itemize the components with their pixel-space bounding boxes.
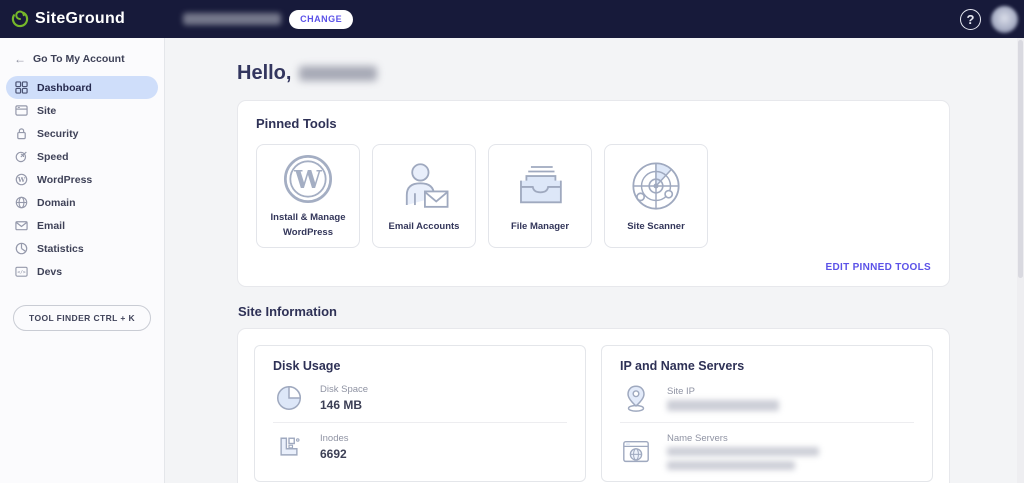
- inodes-value: 6692: [320, 447, 349, 461]
- name-servers-row: Name Servers: [620, 422, 914, 479]
- pie-chart-icon: [15, 242, 28, 255]
- scrollbar-track[interactable]: [1017, 38, 1024, 483]
- scrollbar-thumb[interactable]: [1018, 40, 1023, 278]
- disk-space-value: 146 MB: [320, 398, 368, 412]
- code-icon: </>: [15, 265, 28, 278]
- sidebar-item-wordpress[interactable]: W WordPress: [6, 168, 158, 191]
- tool-label: File Manager: [511, 220, 569, 235]
- brand-name: SiteGround: [35, 10, 125, 28]
- topbar-right: ?: [960, 6, 1018, 33]
- sidebar-item-statistics[interactable]: Statistics: [6, 237, 158, 260]
- sidebar-item-speed[interactable]: Speed: [6, 145, 158, 168]
- sidebar-item-label: WordPress: [37, 174, 92, 186]
- svg-text:W: W: [17, 176, 26, 184]
- pinned-tools-card: Pinned Tools W Install & Manage WordPres…: [237, 100, 950, 287]
- inodes-label: Inodes: [320, 433, 349, 444]
- edit-pinned-tools-link[interactable]: EDIT PINNED TOOLS: [826, 262, 931, 273]
- sidebar: ← Go To My Account Dashboard Site: [0, 38, 165, 483]
- dashboard-grid-icon: [15, 81, 28, 94]
- user-avatar[interactable]: [991, 6, 1018, 33]
- redacted-domain-name: [183, 13, 281, 25]
- sidebar-item-label: Security: [37, 128, 78, 140]
- tool-card-file-manager[interactable]: File Manager: [488, 144, 592, 248]
- disk-usage-card: Disk Usage Disk Space 146 MB: [254, 345, 586, 482]
- disk-pie-icon: [273, 383, 305, 413]
- svg-text:W: W: [293, 165, 322, 194]
- file-manager-icon: [511, 155, 569, 217]
- back-arrow-icon: ←: [14, 52, 26, 66]
- globe-icon: [15, 196, 28, 209]
- tool-label: Site Scanner: [627, 220, 685, 235]
- pinned-tools-title: Pinned Tools: [256, 116, 931, 131]
- siteground-dashboard-screen: SiteGround CHANGE ? ← Go To My Account D…: [0, 0, 1024, 483]
- tool-finder-button[interactable]: TOOL FINDER CTRL + K: [13, 305, 151, 331]
- page-title-greeting: Hello,: [237, 62, 291, 85]
- sidebar-item-label: Statistics: [37, 243, 84, 255]
- tool-card-email-accounts[interactable]: Email Accounts: [372, 144, 476, 248]
- lock-icon: [15, 127, 28, 140]
- inodes-row: Inodes 6692: [273, 422, 567, 470]
- sidebar-item-label: Devs: [37, 266, 62, 278]
- globe-browser-icon: [620, 437, 652, 467]
- go-to-my-account-link[interactable]: ← Go To My Account: [0, 46, 164, 76]
- site-ip-label: Site IP: [667, 386, 779, 397]
- sidebar-item-security[interactable]: Security: [6, 122, 158, 145]
- sidebar-item-label: Site: [37, 105, 56, 117]
- disk-space-row: Disk Space 146 MB: [273, 373, 567, 422]
- pinned-tools-row: W Install & Manage WordPress: [256, 144, 931, 248]
- site-ip-row: Site IP: [620, 373, 914, 422]
- site-scanner-icon: [627, 155, 685, 217]
- tool-label: Email Accounts: [389, 220, 460, 235]
- current-site-selector: CHANGE: [183, 10, 353, 29]
- sidebar-item-label: Dashboard: [37, 82, 92, 94]
- sidebar-item-domain[interactable]: Domain: [6, 191, 158, 214]
- sidebar-item-email[interactable]: Email: [6, 214, 158, 237]
- redacted-name-server-1: [667, 447, 819, 456]
- change-site-button[interactable]: CHANGE: [289, 10, 353, 29]
- email-accounts-icon: [395, 155, 453, 217]
- siteground-logo[interactable]: SiteGround: [10, 9, 125, 29]
- ip-name-servers-card: IP and Name Servers Site IP: [601, 345, 933, 482]
- sidebar-item-label: Email: [37, 220, 65, 232]
- redacted-name-server-2: [667, 461, 795, 470]
- disk-space-label: Disk Space: [320, 384, 368, 395]
- site-information-card: Disk Usage Disk Space 146 MB: [237, 328, 950, 483]
- tool-card-site-scanner[interactable]: Site Scanner: [604, 144, 708, 248]
- sidebar-item-label: Domain: [37, 197, 76, 209]
- wordpress-icon: W: [15, 173, 28, 186]
- topbar: SiteGround CHANGE ?: [0, 0, 1024, 38]
- greeting-row: Hello,: [237, 60, 950, 86]
- redacted-user-name: [299, 66, 377, 81]
- speedometer-icon: [15, 150, 28, 163]
- edit-row: EDIT PINNED TOOLS: [256, 262, 931, 273]
- sidebar-item-dashboard[interactable]: Dashboard: [6, 76, 158, 99]
- disk-usage-title: Disk Usage: [273, 359, 567, 373]
- sidebar-item-label: Speed: [37, 151, 69, 163]
- sidebar-item-site[interactable]: Site: [6, 99, 158, 122]
- envelope-icon: [15, 219, 28, 232]
- browser-icon: [15, 104, 28, 117]
- help-icon[interactable]: ?: [960, 9, 981, 30]
- siteground-logo-icon: [10, 9, 30, 29]
- site-information-grid: Disk Usage Disk Space 146 MB: [254, 345, 933, 482]
- tool-label: Install & Manage WordPress: [265, 211, 351, 240]
- site-information-title: Site Information: [238, 304, 950, 319]
- sidebar-item-devs[interactable]: </> Devs: [6, 260, 158, 283]
- svg-text:</>: </>: [17, 270, 26, 276]
- redacted-site-ip-value: [667, 400, 779, 411]
- main-content: Hello, Pinned Tools W Install & Manage W…: [166, 38, 1024, 483]
- ip-name-servers-title: IP and Name Servers: [620, 359, 914, 373]
- name-servers-label: Name Servers: [667, 433, 819, 444]
- back-link-label: Go To My Account: [33, 53, 125, 65]
- tool-card-install-manage-wordpress[interactable]: W Install & Manage WordPress: [256, 144, 360, 248]
- inodes-blocks-icon: [273, 433, 305, 461]
- location-pin-icon: [620, 383, 652, 413]
- wordpress-tool-icon: W: [279, 150, 337, 208]
